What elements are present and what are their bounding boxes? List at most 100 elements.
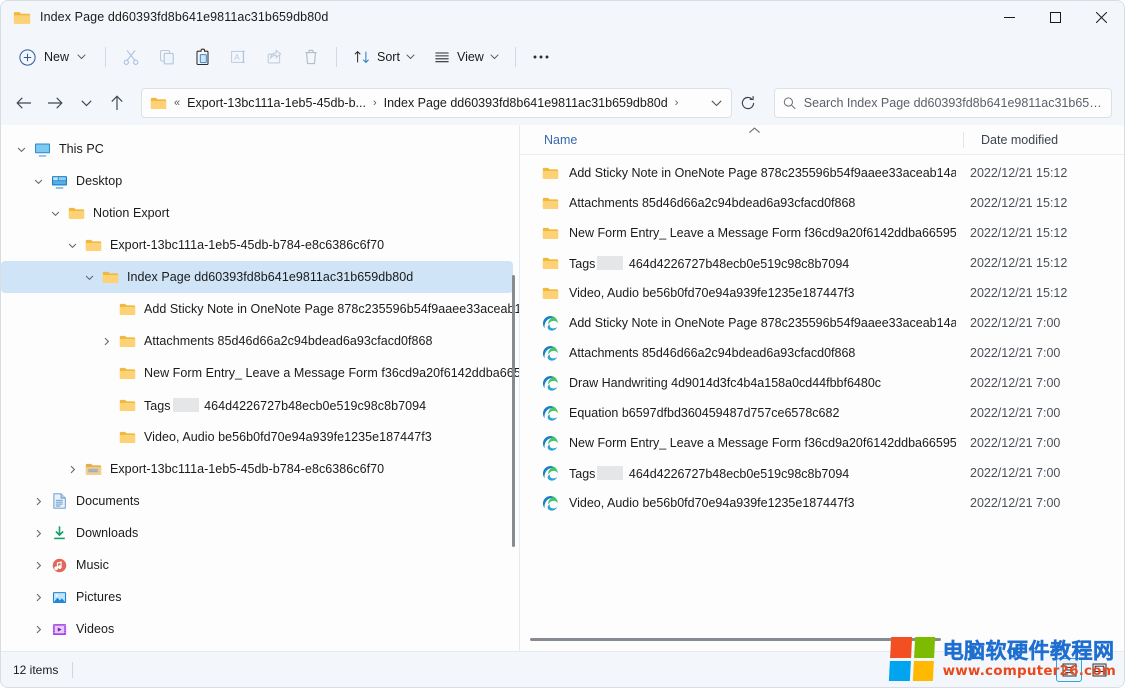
tree-item-label: Pictures	[76, 590, 122, 604]
tree-item[interactable]: Pictures	[1, 581, 513, 613]
file-row[interactable]: Add Sticky Note in OneNote Page 878c2355…	[526, 308, 1116, 338]
file-row[interactable]: Tags 464d4226727b48ecb0e519c98c8b7094202…	[526, 248, 1116, 278]
breadcrumb-overflow[interactable]: «	[172, 97, 182, 109]
refresh-button[interactable]	[733, 89, 763, 117]
tree-item[interactable]: Downloads	[1, 517, 513, 549]
tree-expander[interactable]	[26, 521, 50, 545]
horizontal-scrollbar-thumb[interactable]	[530, 638, 941, 641]
chevron-down-icon[interactable]	[51, 209, 60, 218]
share-button[interactable]	[258, 40, 292, 74]
tree-item[interactable]: This PC	[1, 133, 513, 165]
view-button[interactable]: View	[425, 40, 507, 74]
see-more-button[interactable]	[524, 40, 558, 74]
file-row[interactable]: Equation b6597dfbd360459487d757ce6578c68…	[526, 398, 1116, 428]
chevron-right-icon[interactable]	[102, 337, 111, 346]
recent-locations-button[interactable]	[71, 88, 101, 118]
folder-icon	[150, 96, 167, 110]
tree-item-label: New Form Entry_ Leave a Message Form f36…	[144, 366, 519, 380]
tree-expander[interactable]	[77, 265, 101, 289]
breadcrumb-separator-end[interactable]: ›	[673, 97, 681, 109]
tree-item[interactable]: Index Page dd60393fd8b641e9811ac31b659db…	[1, 261, 513, 293]
delete-button[interactable]	[294, 40, 328, 74]
tree-expander[interactable]	[9, 137, 33, 161]
details-view-button[interactable]	[1056, 658, 1082, 682]
file-row[interactable]: Attachments 85d46d66a2c94bdead6a93cfacd0…	[526, 338, 1116, 368]
tree-item[interactable]: Export-13bc111a-1eb5-45db-b784-e8c6386c6…	[1, 453, 513, 485]
breadcrumb-item-current[interactable]: Index Page dd60393fd8b641e9811ac31b659db…	[379, 94, 673, 112]
file-row[interactable]: Add Sticky Note in OneNote Page 878c2355…	[526, 158, 1116, 188]
tree-expander[interactable]	[26, 585, 50, 609]
search-input[interactable]: Search Index Page dd60393fd8b641e9811ac3…	[804, 96, 1103, 110]
chevron-right-icon[interactable]	[34, 497, 43, 506]
rename-button[interactable]: A	[222, 40, 256, 74]
file-row[interactable]: Attachments 85d46d66a2c94bdead6a93cfacd0…	[526, 188, 1116, 218]
tree-item[interactable]: Notion Export	[1, 197, 513, 229]
forward-button[interactable]	[40, 88, 70, 118]
back-button[interactable]	[9, 88, 39, 118]
tree-item[interactable]: Documents	[1, 485, 513, 517]
breadcrumb-item-parent[interactable]: Export-13bc111a-1eb5-45db-b...	[182, 94, 371, 112]
tree-item[interactable]: Tags 464d4226727b48ecb0e519c98c8b7094	[1, 389, 513, 421]
sidebar-scrollbar-thumb[interactable]	[512, 275, 515, 547]
title-bar: Index Page dd60393fd8b641e9811ac31b659db…	[1, 1, 1124, 33]
file-row[interactable]: New Form Entry_ Leave a Message Form f36…	[526, 218, 1116, 248]
tree-expander[interactable]	[94, 329, 118, 353]
file-row[interactable]: Video, Audio be56b0fd70e94a939fe1235e187…	[526, 488, 1116, 518]
new-button[interactable]: New	[11, 40, 97, 74]
tree-item[interactable]: Desktop	[1, 165, 513, 197]
folder-icon	[540, 284, 560, 302]
paste-button[interactable]	[186, 40, 220, 74]
chevron-down-icon[interactable]	[17, 145, 26, 154]
tree-expander[interactable]	[60, 457, 84, 481]
chevron-right-icon[interactable]	[68, 465, 77, 474]
cut-button[interactable]	[114, 40, 148, 74]
folder-icon	[540, 164, 560, 182]
chevron-right-icon[interactable]	[34, 561, 43, 570]
chevron-down-icon[interactable]	[85, 273, 94, 282]
downloads-icon	[52, 525, 67, 541]
tree-item[interactable]: New Form Entry_ Leave a Message Form f36…	[1, 357, 513, 389]
column-header-date-modified[interactable]: Date modified	[964, 133, 1124, 147]
tree-expander[interactable]	[60, 233, 84, 257]
folder-icon	[118, 333, 137, 350]
tree-item[interactable]: Attachments 85d46d66a2c94bdead6a93cfacd0…	[1, 325, 513, 357]
sidebar-scrollbar-track[interactable]	[507, 125, 519, 651]
file-row[interactable]: Video, Audio be56b0fd70e94a939fe1235e187…	[526, 278, 1116, 308]
tree-item[interactable]: Export-13bc111a-1eb5-45db-b784-e8c6386c6…	[1, 229, 513, 261]
previous-locations-button[interactable]	[703, 90, 729, 116]
minimize-button[interactable]	[986, 1, 1032, 33]
file-row[interactable]: Draw Handwriting 4d9014d3fc4b4a158a0cd44…	[526, 368, 1116, 398]
tree-expander[interactable]	[26, 617, 50, 641]
tree-item[interactable]: Video, Audio be56b0fd70e94a939fe1235e187…	[1, 421, 513, 453]
folder-icon	[118, 365, 137, 382]
address-bar[interactable]: « Export-13bc111a-1eb5-45db-b... › Index…	[141, 88, 732, 118]
tree-expander[interactable]	[43, 201, 67, 225]
up-button[interactable]	[102, 88, 132, 118]
sort-button[interactable]: Sort	[345, 40, 423, 74]
search-box[interactable]: Search Index Page dd60393fd8b641e9811ac3…	[774, 88, 1112, 118]
tree-expander[interactable]	[26, 169, 50, 193]
file-row[interactable]: Tags 464d4226727b48ecb0e519c98c8b7094202…	[526, 458, 1116, 488]
file-date-modified: 2022/12/21 15:12	[956, 166, 1116, 180]
copy-button[interactable]	[150, 40, 184, 74]
maximize-button[interactable]	[1032, 1, 1078, 33]
chevron-down-icon[interactable]	[68, 241, 77, 250]
file-date-modified: 2022/12/21 7:00	[956, 376, 1116, 390]
tree-item[interactable]: Videos	[1, 613, 513, 645]
large-icons-view-button[interactable]	[1086, 658, 1112, 682]
file-date-modified: 2022/12/21 7:00	[956, 496, 1116, 510]
tree-item[interactable]: Music	[1, 549, 513, 581]
view-button-label: View	[457, 50, 484, 64]
folder-icon	[542, 196, 559, 210]
file-row[interactable]: New Form Entry_ Leave a Message Form f36…	[526, 428, 1116, 458]
tree-expander[interactable]	[26, 489, 50, 513]
folder-icon	[542, 286, 559, 300]
chevron-right-icon[interactable]	[34, 529, 43, 538]
file-rows: Add Sticky Note in OneNote Page 878c2355…	[520, 155, 1124, 518]
chevron-right-icon[interactable]	[34, 625, 43, 634]
chevron-right-icon[interactable]	[34, 593, 43, 602]
chevron-down-icon[interactable]	[34, 177, 43, 186]
close-button[interactable]	[1078, 1, 1124, 33]
tree-expander[interactable]	[26, 553, 50, 577]
tree-item[interactable]: Add Sticky Note in OneNote Page 878c2355…	[1, 293, 513, 325]
